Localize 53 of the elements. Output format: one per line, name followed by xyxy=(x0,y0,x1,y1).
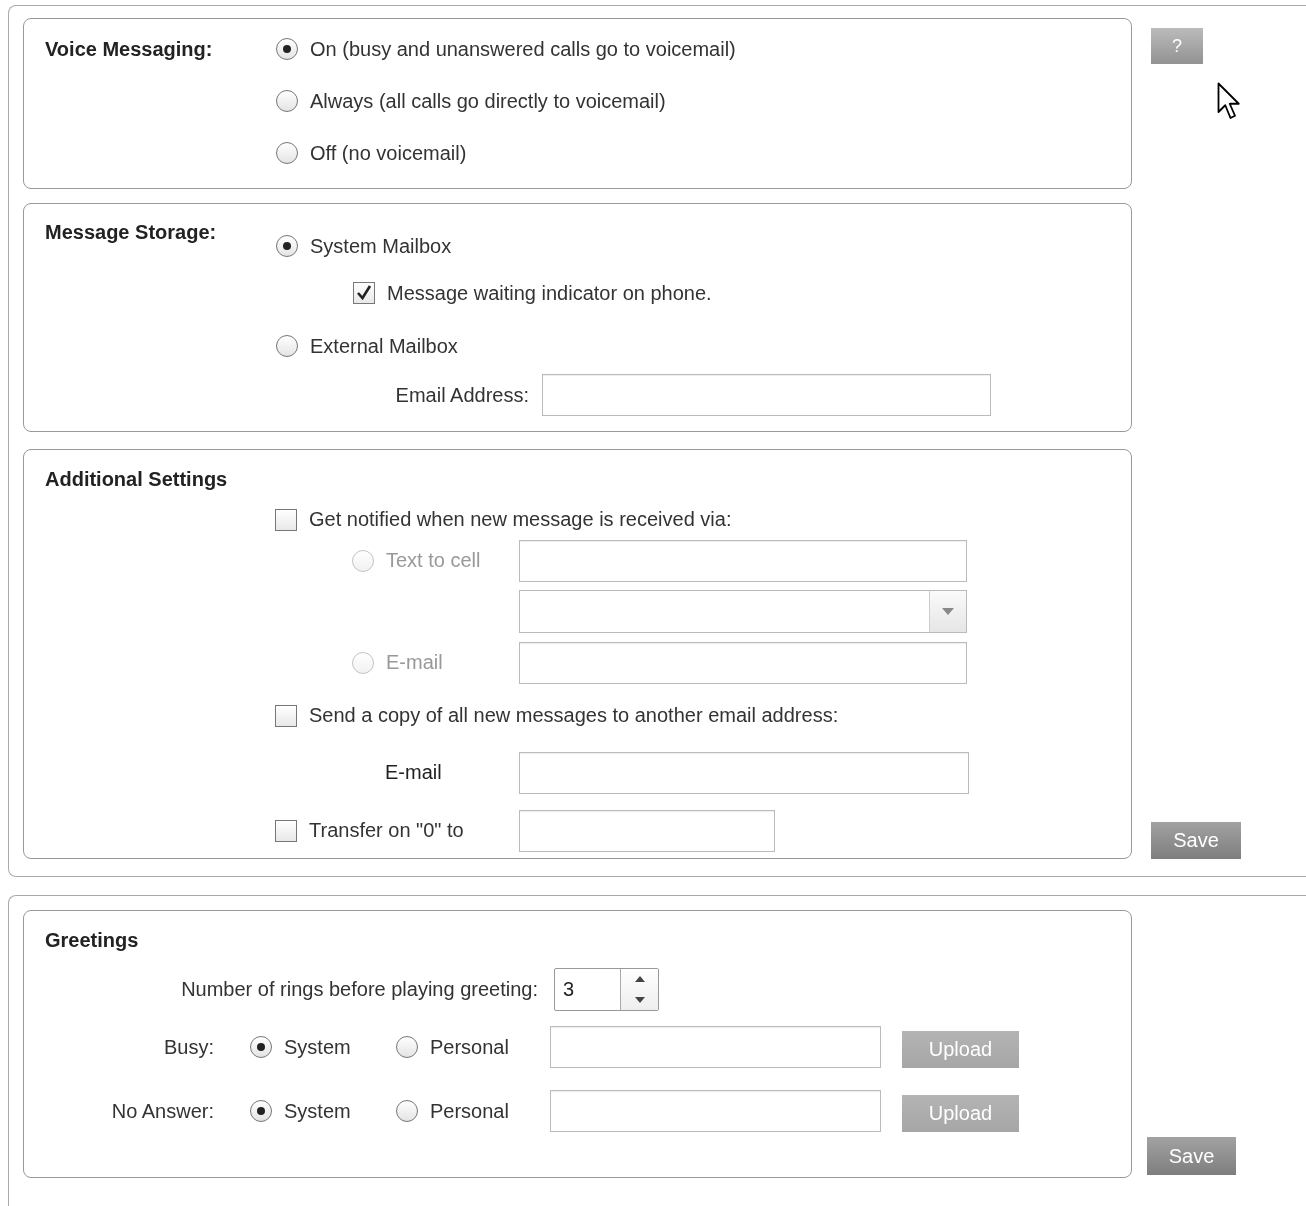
save-button[interactable]: Save xyxy=(1151,822,1241,859)
radio-label: Always (all calls go directly to voicemail) xyxy=(310,89,666,113)
field-label: E-mail xyxy=(385,761,442,785)
radio-button[interactable] xyxy=(250,1036,272,1058)
checkbox-label: Get notified when new message is received via: xyxy=(309,508,732,532)
radio-label: External Mailbox xyxy=(310,334,458,358)
radio-button[interactable] xyxy=(396,1036,418,1058)
checkbox[interactable] xyxy=(275,508,297,531)
checkbox[interactable] xyxy=(275,819,297,842)
radio-label: Personal xyxy=(430,1035,509,1059)
radio-button[interactable] xyxy=(250,1100,272,1122)
checkbox-label: Message waiting indicator on phone. xyxy=(387,281,712,305)
radio-label: System xyxy=(284,1099,351,1123)
radio-button[interactable] xyxy=(276,38,298,60)
cursor-icon xyxy=(1217,82,1241,121)
transfer-number-field[interactable] xyxy=(519,809,775,852)
field-label: No Answer: xyxy=(110,1099,214,1123)
caret-icon xyxy=(942,607,954,615)
field-label: Email Address: xyxy=(394,383,529,407)
file-field[interactable] xyxy=(550,1026,881,1068)
section-label: Message Storage: xyxy=(45,220,218,246)
section-label: Voice Messaging: xyxy=(45,37,214,62)
radio-button[interactable] xyxy=(396,1100,418,1122)
radio-label: System Mailbox xyxy=(310,234,452,258)
carrier-dropdown[interactable] xyxy=(519,589,967,633)
radio-label: Off (no voicemail) xyxy=(310,141,467,165)
radio-button[interactable] xyxy=(276,235,298,258)
file-field[interactable] xyxy=(550,1090,881,1132)
phone-field[interactable] xyxy=(519,539,967,582)
radio-label: Text to cell xyxy=(386,549,481,573)
section-title: Additional Settings xyxy=(45,466,229,492)
email-field[interactable] xyxy=(519,751,969,794)
field-label: Busy: xyxy=(162,1035,214,1059)
email-field[interactable] xyxy=(542,374,991,417)
radio-label: On (busy and unanswered calls go to voicemail) xyxy=(310,37,736,61)
radio-label: Personal xyxy=(430,1099,509,1123)
rings-spinner[interactable]: 3 xyxy=(554,968,659,1011)
radio-label: System xyxy=(284,1035,351,1059)
field-label: Number of rings before playing greeting: xyxy=(180,978,538,1001)
checkbox-label: Send a copy of all new messages to another email address: xyxy=(309,704,839,728)
section-title: Greetings xyxy=(45,928,140,953)
down-arrow-icon[interactable] xyxy=(634,996,645,1003)
radio-button[interactable] xyxy=(276,142,298,164)
radio-label: E-mail xyxy=(386,651,443,675)
checkbox[interactable] xyxy=(275,704,297,727)
radio-button[interactable] xyxy=(276,90,298,112)
checkbox[interactable] xyxy=(353,282,375,305)
radio-button[interactable] xyxy=(276,335,298,358)
email-field[interactable] xyxy=(519,641,967,684)
help-button[interactable]: ? xyxy=(1151,28,1203,64)
save-button[interactable]: Save xyxy=(1147,1137,1236,1175)
up-arrow-icon[interactable] xyxy=(634,976,645,983)
checkbox-label: Transfer on "0" to xyxy=(309,819,464,843)
